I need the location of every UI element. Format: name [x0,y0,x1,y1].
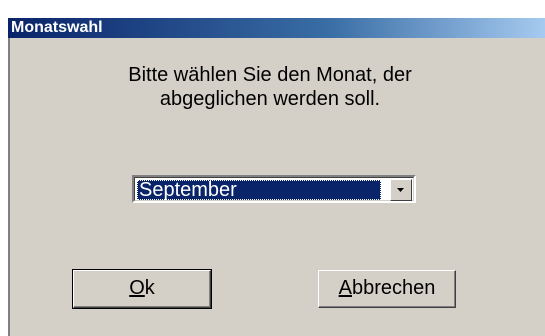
month-dropdown-frame: September [134,177,414,201]
prompt-line-1: Bitte wählen Sie den Monat, der [128,64,412,86]
month-select-dialog: Monatswahl Bitte wählen Sie den Monat, d… [8,18,545,336]
cancel-button-label: bbrechen [351,277,436,299]
month-dropdown[interactable]: September [132,175,416,203]
window-title: Monatswahl [11,19,103,36]
cancel-button[interactable]: Abbrechen [318,270,456,308]
prompt-text: Bitte wählen Sie den Monat, der abgeglic… [10,63,530,111]
chevron-down-icon [397,188,404,192]
ok-button[interactable]: Ok [72,269,212,309]
title-bar[interactable]: Monatswahl [8,18,545,38]
dropdown-arrow-button[interactable] [390,179,412,201]
ok-button-accelerator: O [129,277,145,299]
prompt-line-2: abgeglichen werden soll. [159,88,381,110]
ok-button-label: k [144,277,155,299]
dialog-body: Bitte wählen Sie den Monat, der abgeglic… [8,38,545,336]
cancel-button-accelerator: A [338,277,352,299]
month-dropdown-value[interactable]: September [137,180,381,200]
